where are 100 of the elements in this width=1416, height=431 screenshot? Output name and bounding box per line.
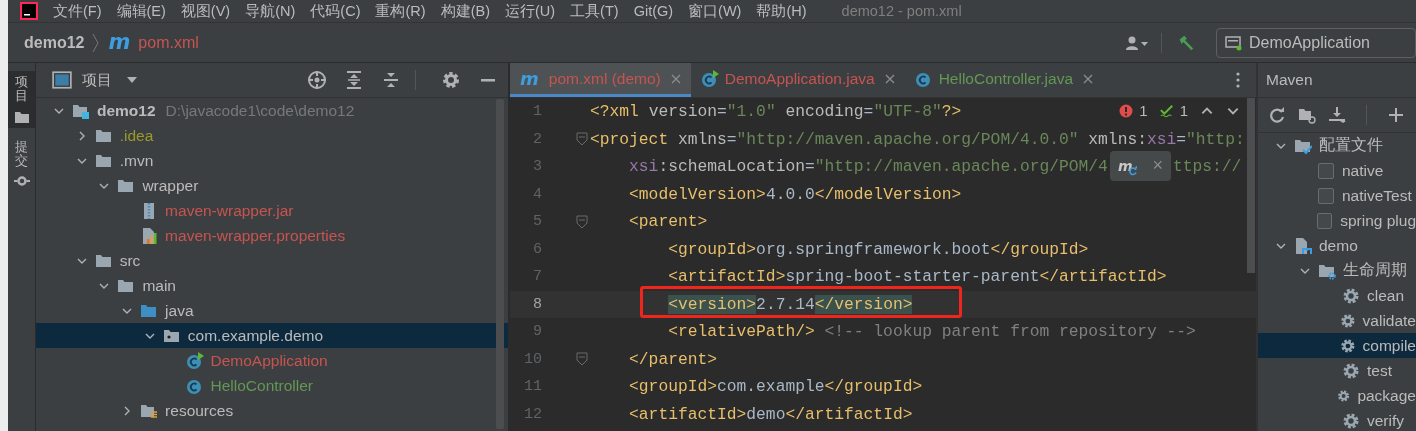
gear-icon	[1342, 286, 1360, 305]
menu-item[interactable]: 帮助(H)	[756, 1, 807, 21]
code-line: <modelVersion>4.0.0</modelVersion>	[628, 184, 962, 204]
tree-item[interactable]: resources	[36, 398, 508, 423]
tree-item-label: validate	[1362, 311, 1416, 330]
tree-item-label: spring plug	[1340, 211, 1416, 230]
code-line: <?xml version="1.0" encoding="UTF-8"?>	[590, 102, 962, 122]
tab-label: DemoApplication.java	[724, 69, 875, 88]
code-line: <project xmlns="http://maven.apache.org/POM/4.0.0" xmlns:xsi="http:	[590, 129, 1245, 149]
close-icon[interactable]	[884, 73, 895, 84]
line-number: 11	[523, 378, 542, 396]
locate-icon[interactable]	[307, 70, 327, 90]
more-icon[interactable]	[1236, 72, 1240, 88]
tree-item[interactable]: demo	[1258, 233, 1416, 258]
line-number: 2	[532, 130, 542, 148]
tool-window-tab[interactable]: 项目	[8, 71, 35, 128]
tree-item[interactable]: 生命周期	[1258, 258, 1416, 283]
fold-marker-icon[interactable]	[576, 352, 588, 367]
breadcrumb-separator-icon	[92, 32, 101, 53]
editor-tab[interactable]: HelloController.java	[904, 63, 1104, 97]
code-line: <parent>	[628, 212, 708, 232]
fold-marker-icon[interactable]	[576, 132, 588, 147]
tree-item[interactable]: verify	[1258, 408, 1416, 431]
code-line: <groupId>org.springframework.boot</groupId>	[667, 239, 1089, 259]
tree-item[interactable]: clean	[1258, 283, 1416, 308]
tree-item[interactable]: com.example.demo	[36, 323, 508, 348]
checkbox[interactable]	[1318, 187, 1334, 204]
checkbox[interactable]	[1316, 212, 1333, 229]
panel-title[interactable]: 项目	[82, 70, 112, 90]
gear-icon	[1342, 411, 1360, 430]
run-configuration-dropdown[interactable]: DemoApplication	[1216, 27, 1416, 58]
breadcrumb-item[interactable]: demo12	[24, 33, 85, 52]
check-icon	[1159, 103, 1174, 118]
code-line: <artifactId>demo</artifactId>	[628, 404, 913, 424]
folder-icon	[13, 109, 30, 124]
menu-item[interactable]: 编辑(E)	[116, 1, 166, 21]
menu-item[interactable]: Git(G)	[633, 3, 674, 19]
error-count[interactable]: 1	[1139, 102, 1148, 119]
tree-item[interactable]: .mvn	[36, 148, 508, 173]
add-icon[interactable]	[1387, 106, 1405, 124]
tree-item[interactable]: wrapper	[36, 173, 508, 198]
tree-item-label: 生命周期	[1343, 260, 1407, 280]
tool-window-tab[interactable]: 提交	[8, 135, 35, 193]
menu-item[interactable]: 构建(B)	[440, 1, 490, 21]
line-number: 10	[523, 350, 542, 368]
tree-item-label: demo12	[97, 101, 156, 120]
folder-refresh-icon[interactable]	[1298, 106, 1316, 124]
project-view-icon	[52, 71, 72, 89]
app-logo-icon	[20, 2, 38, 20]
menu-item[interactable]: 文件(F)	[53, 1, 102, 21]
tree-item[interactable]: compile	[1258, 333, 1416, 358]
line-number: 9	[532, 323, 542, 341]
tree-item[interactable]: src	[36, 248, 508, 273]
tree-item[interactable]: test	[1258, 358, 1416, 383]
refresh-icon[interactable]	[1268, 106, 1286, 124]
menu-item[interactable]: 工具(T)	[570, 1, 619, 21]
tree-item-label: resources	[165, 401, 234, 420]
tree-item[interactable]: .idea	[36, 123, 508, 148]
line-number: 8	[532, 295, 542, 313]
code-line: <artifactId>spring-boot-starter-parent</artifactId>	[667, 267, 1167, 287]
tab-label: HelloController.java	[938, 69, 1074, 88]
tree-item[interactable]: demo12 D:\javacode1\code\demo12	[36, 98, 508, 123]
scrollbar-thumb[interactable]	[496, 99, 504, 429]
tree-item-label: DemoApplication	[210, 351, 328, 370]
gear-icon	[1339, 311, 1356, 330]
menu-item[interactable]: 运行(U)	[504, 1, 556, 21]
tree-item[interactable]: package	[1258, 383, 1416, 408]
checkbox[interactable]	[1318, 162, 1334, 179]
fold-marker-icon[interactable]	[576, 214, 588, 229]
caret-icon[interactable]	[126, 76, 138, 84]
code-line: <relativePath/> <!-- lookup parent from repository -->	[667, 322, 1196, 342]
tree-item[interactable]: native	[1258, 158, 1416, 183]
tree-item-label: maven-wrapper.jar	[165, 201, 294, 220]
line-number: 12	[523, 405, 542, 423]
menu-item[interactable]: 代码(C)	[310, 1, 361, 21]
tree-item[interactable]: spring plug	[1258, 208, 1416, 233]
menu-item[interactable]: 窗口(W)	[688, 1, 742, 21]
close-icon[interactable]	[1083, 73, 1094, 84]
menu-item[interactable]: 视图(V)	[180, 1, 231, 21]
tree-item[interactable]: validate	[1258, 308, 1416, 333]
runnable-class-icon	[185, 351, 204, 370]
tree-item[interactable]: HelloController	[36, 373, 508, 398]
warning-count[interactable]: 1	[1179, 102, 1188, 119]
scrollbar-thumb[interactable]	[1247, 98, 1255, 273]
maven-file-icon: m	[108, 32, 131, 53]
tree-item[interactable]: java	[36, 298, 508, 323]
tree-item-label: main	[142, 276, 176, 295]
line-number: 3	[532, 158, 542, 176]
tree-item[interactable]: 配置文件	[1258, 133, 1416, 158]
expand-all-icon[interactable]	[344, 70, 364, 90]
download-icon[interactable]	[1328, 106, 1346, 124]
tree-item-label: .idea	[119, 126, 154, 145]
tree-item-label: nativeTest	[1342, 186, 1412, 205]
settings-icon[interactable]	[441, 70, 461, 90]
tree-item[interactable]: main	[36, 273, 508, 298]
tab-label: pom.xml (demo)	[548, 69, 661, 88]
collapse-all-icon[interactable]	[381, 70, 401, 90]
tree-item[interactable]: nativeTest	[1258, 183, 1416, 208]
menu-item[interactable]: 重构(R)	[375, 1, 426, 21]
menu-item[interactable]: 导航(N)	[245, 1, 296, 21]
